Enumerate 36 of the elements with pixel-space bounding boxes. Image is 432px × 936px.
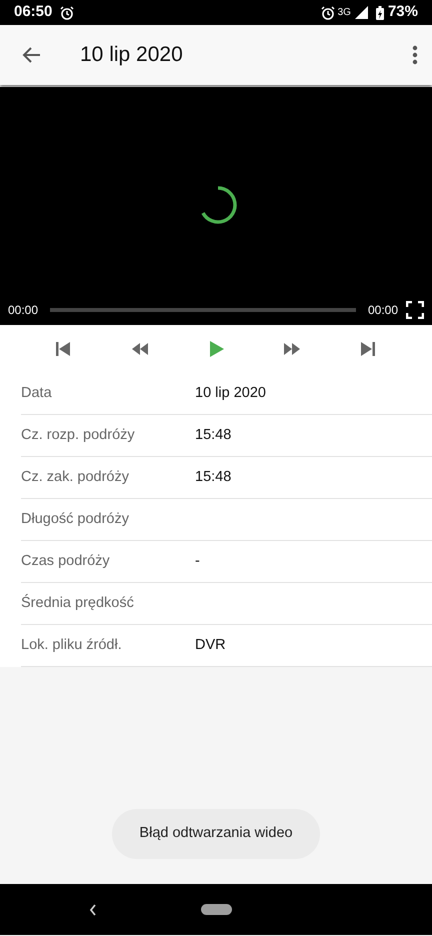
detail-label: Cz. zak. podróży — [21, 468, 130, 487]
more-icon — [412, 44, 418, 65]
network-type: 3G — [338, 6, 351, 20]
error-toast: Błąd odtwarzania wideo — [112, 809, 320, 859]
detail-value: - — [195, 552, 200, 571]
play-icon — [207, 340, 225, 358]
alarm-icon — [320, 6, 335, 20]
battery-percent: 73% — [388, 2, 418, 22]
clock-time: 06:50 — [14, 2, 52, 22]
detail-value: 10 lip 2020 — [195, 384, 266, 403]
detail-label: Średnia prędkość — [21, 593, 135, 613]
skip-previous-icon — [55, 340, 73, 358]
progress-track[interactable] — [50, 308, 356, 312]
detail-value: 15:48 — [195, 426, 232, 445]
detail-label: Czas podróży — [21, 552, 111, 571]
rewind-icon — [131, 340, 149, 358]
screen-title: 10 lip 2020 — [80, 42, 183, 68]
back-chevron-icon — [89, 904, 97, 916]
battery-icon — [376, 6, 384, 20]
detail-label: Lok. pliku źródł. — [21, 636, 123, 655]
signal-icon — [354, 6, 368, 19]
detail-value: 15:48 — [195, 468, 232, 487]
detail-label: Data — [21, 384, 53, 403]
detail-label: Cz. rozp. podróży — [21, 426, 136, 445]
detail-value: DVR — [195, 636, 226, 655]
back-arrow-icon — [22, 44, 42, 65]
home-button[interactable] — [201, 904, 232, 915]
current-time: 00:00 — [8, 302, 38, 319]
fast-forward-icon — [283, 340, 301, 358]
fullscreen-icon — [406, 301, 424, 319]
fullscreen-button[interactable] — [406, 301, 424, 319]
duration: 00:00 — [368, 302, 398, 319]
alarm-icon — [60, 6, 74, 20]
skip-next-icon — [359, 340, 377, 358]
detail-label: Długość podróży — [21, 510, 130, 529]
back-nav-button[interactable] — [89, 904, 97, 916]
